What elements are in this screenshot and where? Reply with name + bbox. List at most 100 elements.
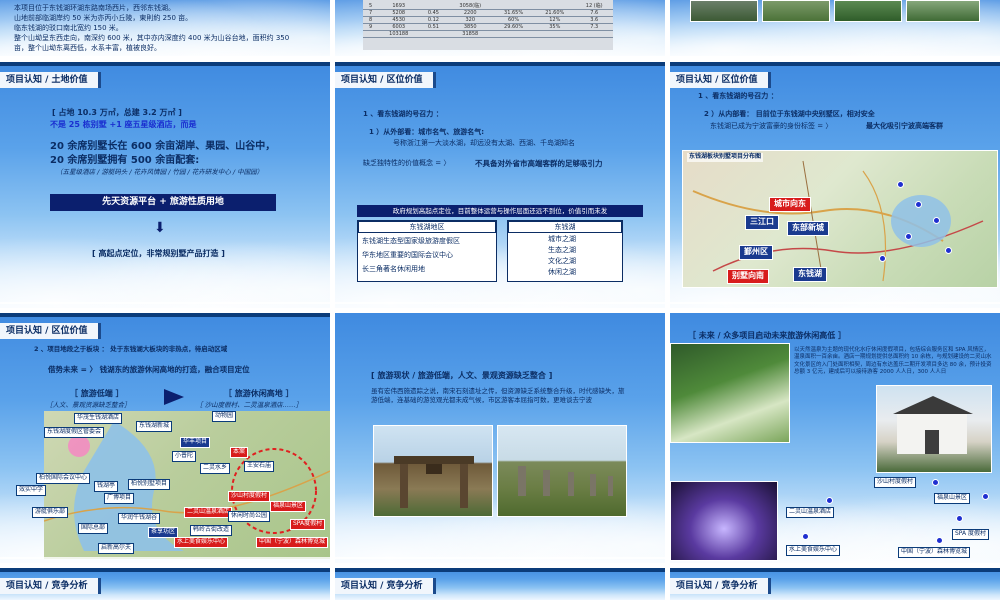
slide-3[interactable] bbox=[670, 0, 1000, 56]
slide-7[interactable]: 项目认知 / 土地价值 项目认知 / 区位价值 2 、项目地段之于板块 ： 处于… bbox=[0, 313, 330, 563]
slide-1-line-5: 亩，整个山坳东离西低，水系丰富，植被良好。 bbox=[14, 44, 161, 52]
table-row: 9 6003 0.51 3850 29.60% 35% 7.3 bbox=[363, 23, 613, 31]
table-cell: 31858 bbox=[447, 30, 493, 38]
map-pin bbox=[826, 497, 833, 504]
slide-1-line-1: 本项目位于东钱湖环湖东路南场西片，西邻东钱湖。 bbox=[14, 4, 175, 12]
slide-bottom-line bbox=[335, 302, 665, 304]
policy-banner: 政府规划高起点定位，目前整体运营与操作层面还远不到位，价值引而未发 bbox=[357, 205, 643, 217]
conclusion-line: [ 高起点定位，非常规别墅产品打造 ] bbox=[92, 249, 225, 258]
slide-bottom-line bbox=[0, 302, 330, 304]
map-pin-label: 二灵山温泉酒店 bbox=[786, 507, 835, 518]
down-arrow-icon: ⬇ bbox=[154, 220, 166, 236]
right-arrow-icon bbox=[164, 389, 184, 405]
map-pin-label: 水上美食娱乐中心 bbox=[174, 537, 229, 548]
table-cell: 7.6 bbox=[575, 9, 613, 17]
project-site-label: 本案 bbox=[230, 447, 249, 458]
yinzhou-label: 鄞州区 bbox=[739, 245, 773, 260]
status-symbol-line: 东钱湖已成为宁波富豪的身份标签 = 〉 bbox=[710, 122, 833, 130]
slide-top-bar bbox=[0, 568, 330, 572]
table-cell bbox=[419, 2, 448, 10]
section-tag: 项目认知 / 区位价值 bbox=[0, 323, 101, 339]
region-item: 长三角著名休闲用地 bbox=[362, 265, 425, 273]
lake-column-head: 东钱湖 bbox=[508, 221, 622, 233]
slide-12[interactable]: 项目认知 / 竞争分析 bbox=[670, 568, 1000, 600]
table-cell: 0.12 bbox=[419, 16, 448, 24]
table-cell: 12 (临) bbox=[575, 2, 613, 10]
map-pin-label: 休闲时尚公园 bbox=[228, 511, 271, 522]
table-cell: 8 bbox=[363, 16, 379, 24]
map-pin-label: 启新高尔夫 bbox=[98, 543, 135, 554]
table-cell: 2200 bbox=[447, 9, 493, 17]
south-villa-label: 别墅向南 bbox=[727, 269, 769, 284]
low-end-sub: ［人文、景观资源缺乏整合］ bbox=[46, 401, 131, 409]
table-cell: 7.3 bbox=[575, 23, 613, 31]
slide-2[interactable]: 5 1693 3058(临) 12 (临) 7 5208 0.45 2200 31.65% 21… bbox=[335, 0, 665, 56]
slide-bottom-line bbox=[335, 557, 665, 559]
map-pin-label: 游艇俱乐部 bbox=[32, 507, 69, 518]
lake-item: 城市之湖 bbox=[548, 235, 576, 243]
table-cell: 31.65% bbox=[492, 9, 535, 17]
table-cell: 5208 bbox=[378, 9, 420, 17]
table-cell: 3.6 bbox=[575, 16, 613, 24]
tourism-status-title: [ 旅游现状 / 旅游低端，人文、景观资源缺乏整合 ] bbox=[371, 371, 553, 380]
slide-6[interactable]: 项目认知 / 区位价值 1 、看东钱湖的号召力 ： 2 ）从内部看： 目前位于东… bbox=[670, 62, 1000, 308]
table-cell bbox=[419, 30, 448, 38]
slide-9[interactable]: ［ 未来 / 众多项目启动未来旅游休闲高低 ］ 以天然温泉为主题的现代化水疗休闲… bbox=[670, 313, 1000, 563]
map-pin-label: 效实中学 bbox=[16, 485, 47, 496]
map-pin-label: 东钱湖新城 bbox=[136, 421, 173, 432]
table-cell bbox=[492, 2, 535, 10]
future-title: ［ 未来 / 众多项目启动未来旅游休闲高低 ］ bbox=[688, 331, 847, 340]
table-cell: 12% bbox=[534, 16, 576, 24]
map-pin-label: 福泉山景区 bbox=[934, 493, 971, 504]
map-pin bbox=[936, 537, 943, 544]
slide-1[interactable]: 本项目位于东钱湖环湖东路南场西片，西邻东钱湖。 山地前部临湖岸约 50 米为亦丙… bbox=[0, 0, 330, 56]
map-pin-label: 水上美食娱乐中心 bbox=[786, 545, 841, 556]
map-pin bbox=[933, 217, 940, 224]
section-heading: 1 、看东钱湖的号召力 ： bbox=[363, 110, 443, 118]
map-pin bbox=[897, 181, 904, 188]
lake-item: 休闲之湖 bbox=[548, 268, 576, 276]
resource-banner: 先天资源平台 + 旅游性质用地 bbox=[50, 194, 276, 211]
table-cell: 35% bbox=[534, 23, 576, 31]
map-pin bbox=[915, 201, 922, 208]
map-pin-label: 华茂生钱湖酒店 bbox=[74, 413, 123, 424]
external-view-detail: 号称浙江第一大淡水湖，却远没有太湖、西湖、千岛湖知名 bbox=[393, 139, 575, 147]
map-title: 东钱湖板块别墅项目分布图 bbox=[687, 153, 764, 162]
table-row: 8 4530 0.12 320 60% 12% 3.6 bbox=[363, 16, 613, 24]
white-building-photo bbox=[876, 385, 992, 473]
table-row: 7 5208 0.45 2200 31.65% 21.60% 7.6 bbox=[363, 9, 613, 17]
map-pin-label: 韩岭古街改造 bbox=[190, 525, 233, 536]
region-item: 东钱湖生态型国家级旅游度假区 bbox=[362, 237, 460, 245]
map-pin-label: 茶享坊区 bbox=[148, 527, 179, 538]
headline-1: 20 余席别墅长在 600 余亩湖岸、果园、山谷中， bbox=[50, 141, 276, 152]
map-pin bbox=[932, 479, 939, 486]
map-pin-label: 沙山村度假村 bbox=[228, 491, 271, 502]
star-marker-icon bbox=[68, 435, 90, 457]
slide-10[interactable]: 项目认知 / 竞争分析 bbox=[0, 568, 330, 600]
table-cell bbox=[492, 30, 535, 38]
tourism-status-body: 虽有宏伟西施遗踪之说，南宋石刻遗址之传，但资源缺乏系统整合升级，时代感缺失，旅游… bbox=[371, 387, 625, 404]
map-pin-label: 中国（宁波）森林博览城 bbox=[898, 547, 971, 558]
low-end-head: ［ 旅游低端 ］ bbox=[70, 389, 124, 398]
area-map: 华茂生钱湖酒店 东钱湖度假区管委会 东钱湖新城 动物园 华丰项目 小普陀 二灵水… bbox=[16, 411, 330, 559]
table-cell bbox=[363, 30, 379, 38]
headline-2: 20 余席别墅拥有 500 余亩配套: bbox=[50, 155, 200, 166]
slide-1-line-2: 山地前部临湖岸约 50 米为亦丙小丘陵，東則約 250 亩。 bbox=[14, 14, 193, 22]
slide-8[interactable]: [ 旅游现状 / 旅游低端，人文、景观资源缺乏整合 ] 虽有宏伟西施遗踪之说，南… bbox=[335, 313, 665, 563]
slide-top-bar bbox=[335, 62, 665, 66]
slide-4[interactable]: 项目认知 / 土地价值 [ 占地 10.3 万㎡，总建 3.2 万㎡ ] 不是 … bbox=[0, 62, 330, 308]
slide-11[interactable]: 项目认知 / 竞争分析 bbox=[335, 568, 665, 600]
map-pin-label: 华润牛钱湖谷 bbox=[118, 513, 161, 524]
slide-5[interactable]: 项目认知 / 区位价值 1 、看东钱湖的号召力 ： 1 ）从外部看：城市名气、旅… bbox=[335, 62, 665, 308]
map-pin-label: 东钱湖度假区管委会 bbox=[44, 427, 105, 438]
map-pin bbox=[905, 233, 912, 240]
table-row: 103188 31858 bbox=[363, 30, 613, 38]
map-pin-label: 钱湖亭 bbox=[94, 481, 119, 492]
section-heading: 1 、看东钱湖的号召力 ： bbox=[698, 92, 778, 100]
archway-illustration bbox=[394, 456, 474, 508]
table-cell: 4530 bbox=[378, 16, 420, 24]
slide-bottom-line bbox=[0, 557, 330, 559]
map-pin-label: 动物园 bbox=[212, 411, 237, 422]
map-pin-label: 二灵山温泉酒店 bbox=[184, 507, 233, 518]
slide-1-line-3: 临东钱湖的驳口南北宽约 150 米。 bbox=[14, 24, 123, 32]
